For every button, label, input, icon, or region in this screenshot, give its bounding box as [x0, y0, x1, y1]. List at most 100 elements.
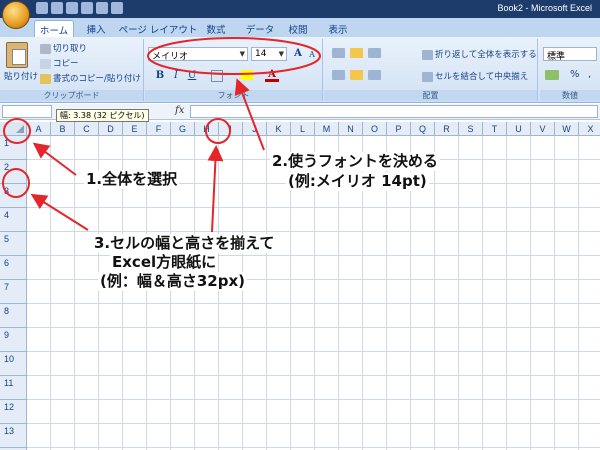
title-bar: Book2 - Microsoft Excel	[0, 0, 600, 18]
format-icon[interactable]	[96, 2, 108, 14]
row-header[interactable]: 12	[0, 400, 26, 424]
column-header[interactable]: A	[27, 122, 51, 135]
column-header[interactable]: V	[531, 122, 555, 135]
tab-review[interactable]: 校閲	[284, 20, 312, 37]
column-header[interactable]: S	[459, 122, 483, 135]
row-header[interactable]: 2	[0, 160, 26, 184]
save-icon[interactable]	[36, 2, 48, 14]
column-header[interactable]: D	[99, 122, 123, 135]
column-header[interactable]: I	[219, 122, 243, 135]
font-color-button[interactable]: A	[265, 68, 279, 82]
number-group: 標準 % , 数値	[540, 39, 600, 101]
window-title: Book2 - Microsoft Excel	[497, 3, 592, 13]
row-header[interactable]: 9	[0, 328, 26, 352]
align-center-icon[interactable]	[350, 70, 363, 80]
column-header[interactable]: B	[51, 122, 75, 135]
bold-button[interactable]: B	[153, 69, 167, 83]
column-header[interactable]: R	[435, 122, 459, 135]
function-icon[interactable]: fx	[175, 105, 184, 116]
align-bottom-icon[interactable]	[368, 48, 381, 58]
merge-icon	[422, 71, 433, 82]
column-header[interactable]: Q	[411, 122, 435, 135]
tab-view[interactable]: 表示	[324, 20, 352, 37]
paste-button[interactable]: 貼り付け	[4, 70, 38, 82]
step2-annotation-line1: 2.使うフォントを決める	[270, 152, 440, 171]
column-header[interactable]: U	[507, 122, 531, 135]
underline-button[interactable]: U	[185, 69, 199, 83]
undo-icon[interactable]	[51, 2, 63, 14]
column-header[interactable]: O	[363, 122, 387, 135]
column-width-tooltip: 幅: 3.38 (32 ピクセル)	[56, 109, 149, 122]
font-group: メイリオ ▼ 14 ▼ A A B I U A フォント	[145, 39, 323, 101]
grow-font-icon[interactable]: A	[291, 47, 305, 61]
row-header[interactable]: 6	[0, 256, 26, 280]
cut-button[interactable]: 切り取り	[40, 42, 87, 54]
row-header[interactable]: 5	[0, 232, 26, 256]
align-right-icon[interactable]	[368, 70, 381, 80]
office-button[interactable]	[2, 1, 30, 29]
comma-button[interactable]: ,	[588, 69, 591, 80]
select-all-button[interactable]	[0, 122, 27, 136]
tab-home[interactable]: ホーム	[34, 20, 74, 37]
format-painter-button[interactable]: 書式のコピー/貼り付け	[40, 72, 141, 84]
italic-button[interactable]: I	[169, 69, 183, 83]
row-header[interactable]: 13	[0, 424, 26, 448]
column-header[interactable]: G	[171, 122, 195, 135]
column-header[interactable]: M	[315, 122, 339, 135]
column-header[interactable]: E	[123, 122, 147, 135]
column-header[interactable]: H	[195, 122, 219, 135]
row-header[interactable]: 10	[0, 352, 26, 376]
font-size-value: 14	[255, 49, 267, 59]
column-header[interactable]: K	[267, 122, 291, 135]
font-size-select[interactable]: 14 ▼	[251, 47, 287, 61]
font-name-select[interactable]: メイリオ ▼	[148, 47, 248, 62]
column-header[interactable]: C	[75, 122, 99, 135]
cut-label: 切り取り	[53, 44, 88, 54]
column-header[interactable]: X	[579, 122, 600, 135]
row-header[interactable]: 4	[0, 208, 26, 232]
merge-center-label: セルを結合して中央揃え	[435, 72, 529, 82]
tab-page-layout[interactable]: ページ レイアウト	[118, 20, 198, 37]
row-header[interactable]: 1	[0, 136, 26, 160]
tab-insert[interactable]: 挿入	[82, 20, 110, 37]
column-header[interactable]: L	[291, 122, 315, 135]
step3-annotation-line2: Excel方眼紙に	[110, 253, 219, 272]
row-header[interactable]: 7	[0, 280, 26, 304]
fill-color-icon[interactable]	[241, 70, 253, 80]
row-header[interactable]: 11	[0, 376, 26, 400]
merge-center-button[interactable]: セルを結合して中央揃え	[422, 70, 528, 82]
formula-input[interactable]	[190, 105, 598, 118]
cursor-icon[interactable]	[81, 2, 93, 14]
column-header[interactable]: N	[339, 122, 363, 135]
tab-data[interactable]: データ	[242, 20, 278, 37]
alignment-group-label: 配置	[324, 90, 537, 101]
row-headers: 1 2 3 4 5 6 7 8 9 10 11 12 13	[0, 136, 27, 450]
align-middle-icon[interactable]	[350, 48, 363, 58]
redo-icon[interactable]	[66, 2, 78, 14]
step3-annotation-line3: (例：幅＆高さ32px)	[98, 272, 247, 291]
column-header[interactable]: F	[147, 122, 171, 135]
shrink-font-icon[interactable]: A	[305, 48, 319, 62]
row-header[interactable]: 3	[0, 184, 26, 208]
clipboard-group: 貼り付け 切り取り コピー 書式のコピー/貼り付け クリップボード	[0, 39, 144, 101]
format-painter-label: 書式のコピー/貼り付け	[53, 74, 141, 84]
wrap-text-button[interactable]: 折り返して全体を表示する	[422, 48, 537, 60]
paste-icon[interactable]	[6, 42, 28, 68]
ribbon-tabs: ホーム 挿入 ページ レイアウト 数式 データ 校閲 表示	[0, 18, 600, 37]
number-format-select[interactable]: 標準	[543, 47, 597, 62]
tab-formulas[interactable]: 数式	[202, 20, 230, 37]
row-header[interactable]: 8	[0, 304, 26, 328]
scissors-icon	[40, 43, 51, 54]
name-box[interactable]	[2, 105, 52, 118]
customize-icon[interactable]	[111, 2, 123, 14]
currency-icon[interactable]	[545, 70, 559, 80]
align-left-icon[interactable]	[332, 70, 345, 80]
column-header[interactable]: P	[387, 122, 411, 135]
column-header[interactable]: W	[555, 122, 579, 135]
copy-button[interactable]: コピー	[40, 57, 79, 69]
borders-icon[interactable]	[211, 70, 223, 82]
column-header[interactable]: T	[483, 122, 507, 135]
column-header[interactable]: J	[243, 122, 267, 135]
align-top-icon[interactable]	[332, 48, 345, 58]
percent-button[interactable]: %	[570, 69, 580, 80]
